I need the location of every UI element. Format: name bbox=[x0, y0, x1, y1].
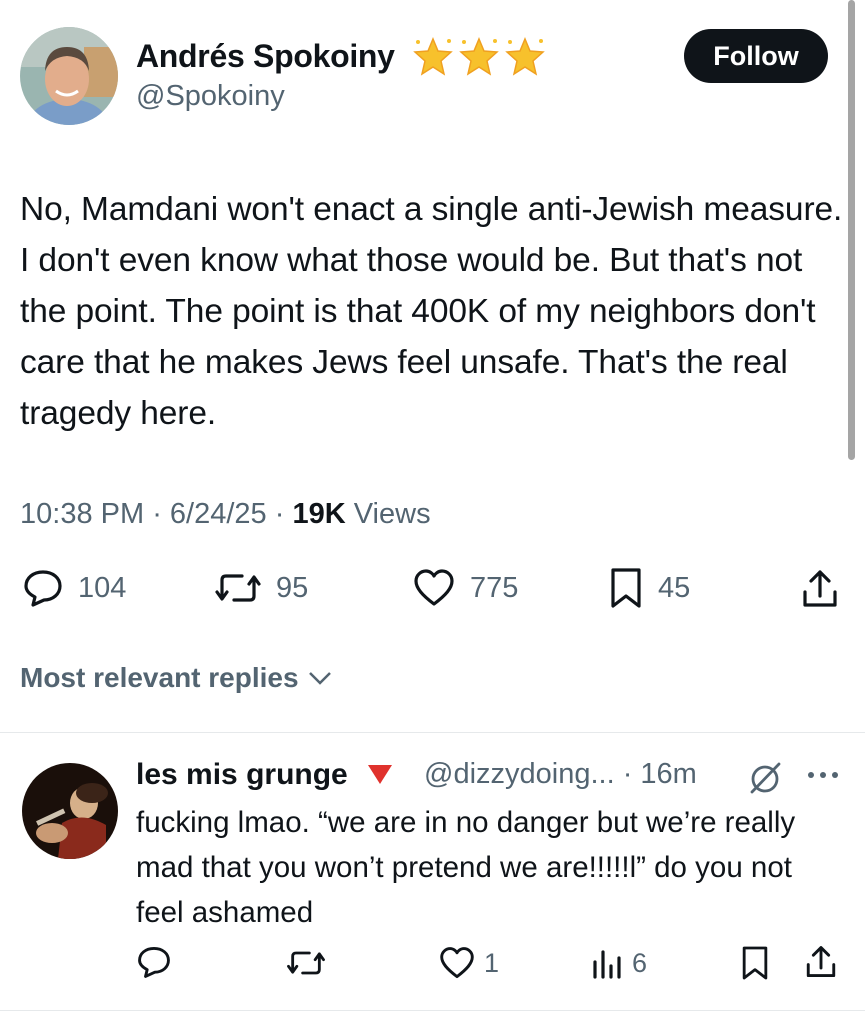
author-name[interactable]: Andrés Spokoiny bbox=[136, 38, 395, 75]
repost-icon bbox=[287, 951, 325, 975]
views-count: 19K bbox=[292, 498, 346, 530]
like-count: 775 bbox=[470, 571, 519, 604]
reply-age[interactable]: 16m bbox=[640, 758, 696, 790]
repost-action[interactable]: 95 bbox=[214, 568, 308, 608]
reply-like-action[interactable]: 1 bbox=[438, 946, 499, 980]
reply-count: 104 bbox=[78, 571, 127, 604]
repost-icon bbox=[215, 574, 261, 602]
repost-count: 95 bbox=[276, 571, 309, 604]
replies-sort-label: Most relevant replies bbox=[20, 662, 299, 693]
reply-comment-action[interactable] bbox=[136, 945, 172, 979]
share-action[interactable] bbox=[800, 568, 840, 610]
comment-icon bbox=[138, 946, 170, 978]
tweet-date[interactable]: 6/24/25 bbox=[170, 498, 267, 530]
reply-views-action[interactable]: 6 bbox=[590, 946, 647, 980]
tweet-text: No, Mamdani won't enact a single anti-Je… bbox=[20, 191, 843, 432]
glowing-star-icon bbox=[459, 37, 499, 76]
scrollbar[interactable] bbox=[848, 0, 855, 460]
reply-author-name[interactable]: les mis grunge bbox=[136, 758, 348, 791]
chevron-down-icon bbox=[308, 672, 331, 685]
reply-views-count: 6 bbox=[632, 947, 648, 978]
more-options-icon[interactable] bbox=[806, 770, 840, 780]
reply-meta: @dizzydoing... · 16m bbox=[424, 758, 697, 790]
analytics-icon bbox=[593, 950, 621, 979]
author-handle[interactable]: @Spokoiny bbox=[136, 80, 285, 113]
grok-icon[interactable] bbox=[748, 760, 784, 796]
bookmark-icon bbox=[742, 946, 768, 980]
like-action[interactable]: 775 bbox=[412, 568, 518, 608]
reply-author-row[interactable]: les mis grunge bbox=[136, 758, 394, 792]
views-label: Views bbox=[353, 498, 431, 530]
reply-like-count: 1 bbox=[484, 947, 500, 978]
comment-icon bbox=[24, 570, 62, 607]
star-badges bbox=[412, 36, 546, 78]
reply-action[interactable]: 104 bbox=[22, 568, 126, 608]
bookmark-count: 45 bbox=[658, 571, 691, 604]
tweet-time[interactable]: 10:38 PM bbox=[20, 498, 144, 530]
divider bbox=[0, 1010, 865, 1011]
reply-share-action[interactable] bbox=[804, 944, 838, 980]
heart-icon bbox=[414, 569, 454, 606]
glowing-star-icon bbox=[505, 37, 545, 76]
reply-handle[interactable]: @dizzydoing... bbox=[424, 758, 615, 790]
heart-icon bbox=[440, 947, 474, 979]
divider bbox=[0, 732, 865, 733]
replies-sort-dropdown[interactable]: Most relevant replies bbox=[20, 662, 333, 694]
bookmark-icon bbox=[611, 568, 641, 608]
reply-text: fucking lmao. “we are in no danger but w… bbox=[136, 806, 796, 929]
follow-button[interactable]: Follow bbox=[684, 29, 828, 83]
bookmark-action[interactable]: 45 bbox=[608, 566, 690, 610]
author-avatar[interactable] bbox=[20, 27, 118, 125]
share-icon bbox=[806, 946, 836, 978]
reply-avatar[interactable] bbox=[22, 763, 118, 859]
reply-repost-action[interactable] bbox=[286, 946, 326, 980]
red-triangle-icon bbox=[368, 765, 393, 784]
glowing-star-icon bbox=[413, 37, 453, 76]
share-icon bbox=[803, 570, 837, 607]
tweet-meta: 10:38 PM · 6/24/25 · 19K Views bbox=[20, 498, 431, 530]
reply-bookmark-action[interactable] bbox=[740, 944, 770, 982]
